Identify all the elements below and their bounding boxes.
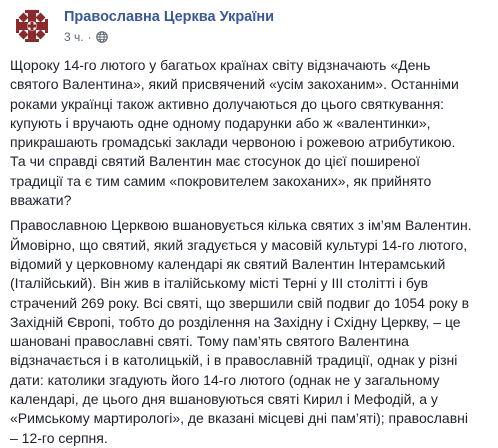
post-header: Православна Церква України 3 ч. · <box>10 6 488 46</box>
post-paragraph: Православною Церквою вшановується кілька… <box>10 217 472 446</box>
page-name-link[interactable]: Православна Церква України <box>64 8 274 26</box>
meta-separator: · <box>87 30 92 44</box>
ocu-cross-emblem-icon <box>16 10 48 42</box>
post-body: Щороку 14-го лютого у багатьох країнах с… <box>10 56 488 448</box>
page-avatar[interactable] <box>12 6 52 46</box>
post-meta: Православна Церква України 3 ч. · <box>64 6 274 45</box>
post-subline: 3 ч. · <box>64 29 274 45</box>
post-timestamp[interactable]: 3 ч. <box>64 29 84 45</box>
facebook-post: Православна Церква України 3 ч. · Щороку… <box>0 0 498 446</box>
globe-icon[interactable] <box>95 31 108 43</box>
post-paragraph: Щороку 14-го лютого у багатьох країнах с… <box>10 57 459 209</box>
